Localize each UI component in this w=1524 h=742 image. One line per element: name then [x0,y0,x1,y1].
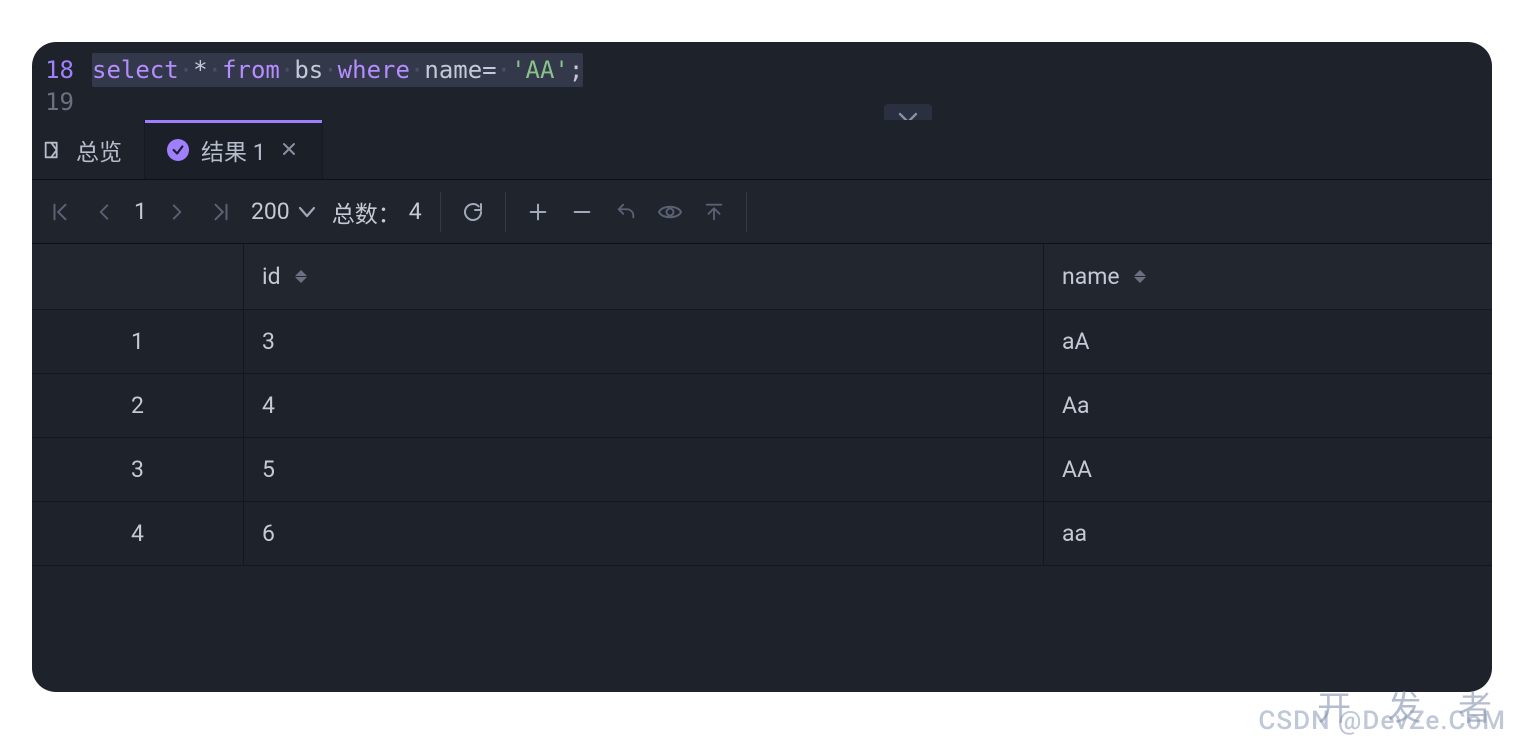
plus-icon [527,201,549,223]
line-number: 19 [32,86,92,118]
table-header-row: id name [32,244,1492,310]
prev-page-button[interactable] [82,190,126,234]
total-count: 总数： 4 [324,195,430,229]
refresh-button[interactable] [451,190,495,234]
undo-button[interactable] [604,190,648,234]
add-row-button[interactable] [516,190,560,234]
chevron-right-icon [167,201,187,223]
undo-icon [614,201,638,223]
column-label: id [262,263,281,290]
code-line-18[interactable]: 18 select·*·from·bs·where·name=·'AA'; [32,54,1492,86]
cell-id[interactable]: 6 [244,502,1044,565]
separator [505,192,506,232]
tab-result-1[interactable]: 结果 1 [145,120,323,179]
next-page-button[interactable] [155,190,199,234]
result-table: id name 1 3 aA 2 4 Aa 3 5 AA 4 6 aa [32,244,1492,566]
first-page-button[interactable] [38,190,82,234]
close-icon [281,141,297,157]
cell-id[interactable]: 5 [244,438,1044,501]
tab-label: 结果 1 [201,133,266,167]
sort-icon[interactable] [1134,270,1146,283]
separator [746,192,747,232]
page-size-selector[interactable]: 200 [243,198,324,225]
watermark: 开 发 者 CSDN @DevZe.CoM [1258,692,1506,736]
table-row[interactable]: 2 4 Aa [32,374,1492,438]
row-number: 2 [32,374,244,437]
table-row[interactable]: 1 3 aA [32,310,1492,374]
row-number: 1 [32,310,244,373]
tab-label: 总览 [76,133,122,167]
chevron-last-icon [210,201,232,223]
cell-id[interactable]: 3 [244,310,1044,373]
result-toolbar: 1 200 总数： 4 [32,180,1492,244]
upload-icon [703,200,725,224]
total-label: 总数： [332,195,401,229]
result-tabs: 总览 结果 1 [32,120,1492,180]
chevron-first-icon [49,201,71,223]
refresh-icon [461,200,485,224]
minus-icon [571,201,593,223]
chevron-down-icon [298,206,316,218]
commit-button[interactable] [692,190,736,234]
code-line-19[interactable]: 19 [32,86,1492,118]
sort-icon[interactable] [295,270,307,283]
success-icon [167,139,189,161]
line-number: 18 [32,54,92,86]
tab-overview[interactable]: 总览 [32,120,145,179]
close-tab-button[interactable] [278,138,300,162]
page-size-value: 200 [251,198,290,225]
total-value: 4 [409,198,422,225]
cell-id[interactable]: 4 [244,374,1044,437]
row-number: 4 [32,502,244,565]
eye-icon [657,202,683,222]
cell-name[interactable]: Aa [1044,374,1492,437]
chevron-left-icon [94,201,114,223]
table-row[interactable]: 4 6 aa [32,502,1492,566]
cell-name[interactable]: aA [1044,310,1492,373]
last-page-button[interactable] [199,190,243,234]
app-window: 18 select·*·from·bs·where·name=·'AA'; 19… [32,42,1492,692]
separator [440,192,441,232]
table-row[interactable]: 3 5 AA [32,438,1492,502]
column-header-id[interactable]: id [244,244,1044,309]
sql-editor[interactable]: 18 select·*·from·bs·where·name=·'AA'; 19 [32,42,1492,120]
page-number: 1 [126,198,155,225]
code-content[interactable]: select·*·from·bs·where·name=·'AA'; [92,53,583,87]
column-label: name [1062,263,1120,290]
column-header-name[interactable]: name [1044,244,1492,309]
cell-name[interactable]: AA [1044,438,1492,501]
delete-row-button[interactable] [560,190,604,234]
row-number-header [32,244,244,309]
overview-icon [42,139,64,161]
preview-button[interactable] [648,190,692,234]
cell-name[interactable]: aa [1044,502,1492,565]
row-number: 3 [32,438,244,501]
watermark-line2: CSDN @DevZe.CoM [1258,706,1506,736]
